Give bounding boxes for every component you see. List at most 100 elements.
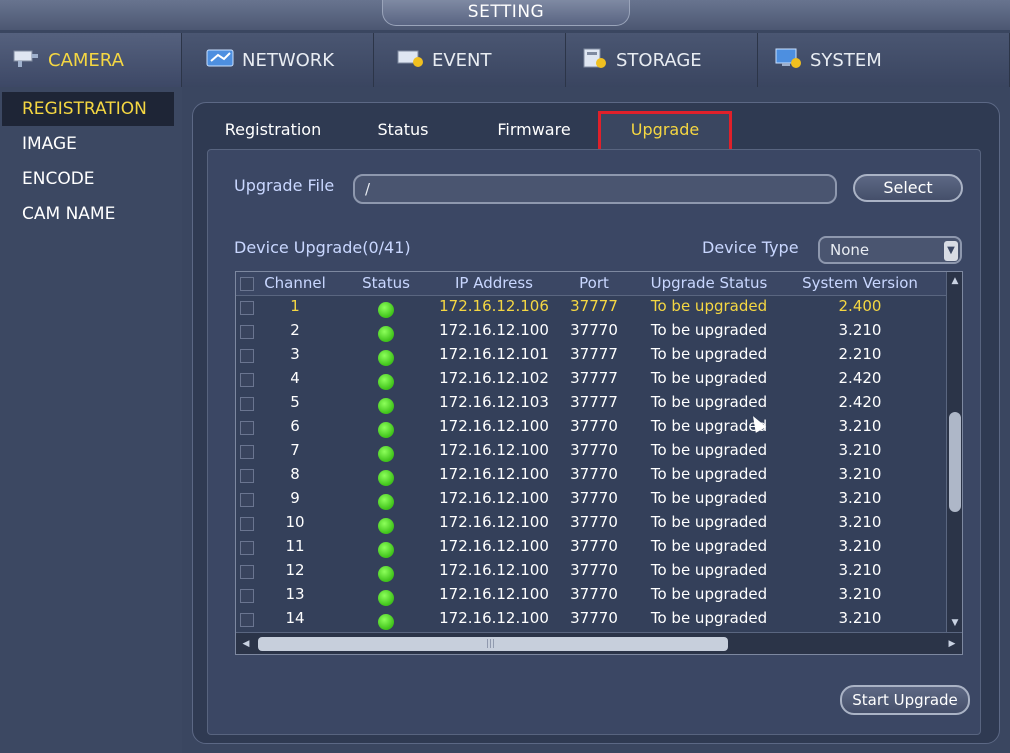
chevron-down-icon: ▼ (944, 241, 958, 261)
row-checkbox[interactable] (240, 589, 254, 603)
table-row[interactable]: 4 172.16.12.102 37777 To be upgraded 2.420 (236, 368, 946, 392)
row-checkbox[interactable] (240, 373, 254, 387)
row-checkbox[interactable] (240, 517, 254, 531)
row-checkbox[interactable] (240, 397, 254, 411)
cell-system-version: 2.420 (838, 369, 882, 387)
cell-port: 37770 (570, 537, 618, 555)
status-online-icon (378, 566, 394, 582)
cell-channel: 11 (285, 537, 305, 555)
tab-registration[interactable]: Registration (213, 115, 333, 145)
cell-system-version: 3.210 (838, 537, 882, 555)
device-type-select[interactable]: None ▼ (818, 236, 962, 264)
nav-tab-camera[interactable]: CAMERA (0, 33, 182, 87)
cell-ip-address: 172.16.12.100 (439, 321, 549, 339)
row-checkbox[interactable] (240, 445, 254, 459)
select-button[interactable]: Select (853, 174, 963, 202)
nav-tab-storage-label: STORAGE (616, 49, 702, 71)
tab-status[interactable]: Status (353, 115, 453, 145)
horizontal-scrollbar[interactable]: ◀ ||| ▶ (236, 632, 962, 654)
cell-system-version: 3.210 (838, 465, 882, 483)
upgrade-content: Upgrade File / Select Device Upgrade(0/4… (207, 149, 981, 735)
camera-icon (12, 47, 42, 74)
device-upgrade-label: Device Upgrade(0/41) (234, 238, 411, 257)
cell-port: 37770 (570, 321, 618, 339)
vertical-scroll-thumb[interactable] (949, 412, 961, 512)
nav-tab-storage[interactable]: STORAGE (566, 33, 758, 87)
cell-ip-address: 172.16.12.103 (439, 393, 549, 411)
status-online-icon (378, 422, 394, 438)
cell-port: 37770 (570, 561, 618, 579)
device-table: Channel Status IP Address Port Upgrade S… (235, 271, 963, 655)
upgrade-file-input[interactable]: / (353, 174, 837, 204)
row-checkbox[interactable] (240, 325, 254, 339)
cell-upgrade-status: To be upgraded (650, 345, 768, 363)
row-checkbox[interactable] (240, 613, 254, 627)
table-row[interactable]: 13 172.16.12.100 37770 To be upgraded 3.210 (236, 584, 946, 608)
status-online-icon (378, 398, 394, 414)
status-online-icon (378, 614, 394, 630)
cell-port: 37770 (570, 441, 618, 459)
status-online-icon (378, 518, 394, 534)
table-row[interactable]: 5 172.16.12.103 37777 To be upgraded 2.420 (236, 392, 946, 416)
table-row[interactable]: 11 172.16.12.100 37770 To be upgraded 3.210 (236, 536, 946, 560)
start-upgrade-button[interactable]: Start Upgrade (840, 685, 970, 715)
scroll-down-icon[interactable]: ▼ (947, 616, 963, 630)
nav-tab-event[interactable]: EVENT (374, 33, 566, 87)
nav-tab-system[interactable]: SYSTEM (758, 33, 1010, 87)
table-row[interactable]: 9 172.16.12.100 37770 To be upgraded 3.210 (236, 488, 946, 512)
tab-firmware[interactable]: Firmware (478, 115, 590, 145)
cell-ip-address: 172.16.12.101 (439, 345, 549, 363)
table-row[interactable]: 12 172.16.12.100 37770 To be upgraded 3.210 (236, 560, 946, 584)
table-row[interactable]: 10 172.16.12.100 37770 To be upgraded 3.210 (236, 512, 946, 536)
row-checkbox[interactable] (240, 541, 254, 555)
table-row[interactable]: 7 172.16.12.100 37770 To be upgraded 3.210 (236, 440, 946, 464)
select-all-checkbox[interactable] (240, 277, 254, 291)
sidebar-item-cam-name[interactable]: CAM NAME (2, 197, 174, 231)
storage-icon (580, 47, 610, 74)
horizontal-scroll-thumb[interactable]: ||| (258, 637, 728, 651)
status-online-icon (378, 374, 394, 390)
scroll-up-icon[interactable]: ▲ (947, 274, 963, 288)
table-row[interactable]: 3 172.16.12.101 37777 To be upgraded 2.210 (236, 344, 946, 368)
cell-upgrade-status: To be upgraded (650, 513, 768, 531)
status-online-icon (378, 590, 394, 606)
cell-ip-address: 172.16.12.100 (439, 465, 549, 483)
cell-ip-address: 172.16.12.106 (439, 297, 549, 315)
cell-port: 37770 (570, 417, 618, 435)
nav-tab-camera-label: CAMERA (48, 49, 124, 71)
cell-system-version: 3.210 (838, 321, 882, 339)
row-checkbox[interactable] (240, 493, 254, 507)
event-icon (396, 47, 426, 74)
table-row[interactable]: 2 172.16.12.100 37770 To be upgraded 3.210 (236, 320, 946, 344)
table-row[interactable]: 6 172.16.12.100 37770 To be upgraded 3.210 (236, 416, 946, 440)
cell-port: 37777 (570, 345, 618, 363)
row-checkbox[interactable] (240, 469, 254, 483)
cell-channel: 13 (285, 585, 305, 603)
nav-tab-event-label: EVENT (432, 49, 492, 71)
cell-system-version: 3.210 (838, 489, 882, 507)
scroll-right-icon[interactable]: ▶ (944, 633, 960, 655)
cell-upgrade-status: To be upgraded (650, 369, 768, 387)
sidebar-item-encode[interactable]: ENCODE (2, 162, 174, 196)
cell-port: 37770 (570, 465, 618, 483)
cell-ip-address: 172.16.12.100 (439, 561, 549, 579)
sidebar-item-image[interactable]: IMAGE (2, 127, 174, 161)
row-checkbox[interactable] (240, 301, 254, 315)
sidebar: REGISTRATION IMAGE ENCODE CAM NAME (0, 87, 182, 753)
cell-system-version: 2.420 (838, 393, 882, 411)
row-checkbox[interactable] (240, 349, 254, 363)
status-online-icon (378, 350, 394, 366)
nav-tab-network[interactable]: NETWORK (182, 33, 374, 87)
row-checkbox[interactable] (240, 565, 254, 579)
cell-channel: 8 (290, 465, 300, 483)
scroll-left-icon[interactable]: ◀ (238, 633, 254, 655)
cell-system-version: 3.210 (838, 417, 882, 435)
table-row[interactable]: 8 172.16.12.100 37770 To be upgraded 3.210 (236, 464, 946, 488)
cell-system-version: 3.210 (838, 441, 882, 459)
cell-channel: 10 (285, 513, 305, 531)
table-row[interactable]: 14 172.16.12.100 37770 To be upgraded 3.210 (236, 608, 946, 632)
vertical-scrollbar[interactable]: ▲ ▼ (946, 272, 962, 632)
sidebar-item-registration[interactable]: REGISTRATION (2, 92, 174, 126)
row-checkbox[interactable] (240, 421, 254, 435)
table-row[interactable]: 1 172.16.12.106 37777 To be upgraded 2.400 (236, 296, 946, 320)
